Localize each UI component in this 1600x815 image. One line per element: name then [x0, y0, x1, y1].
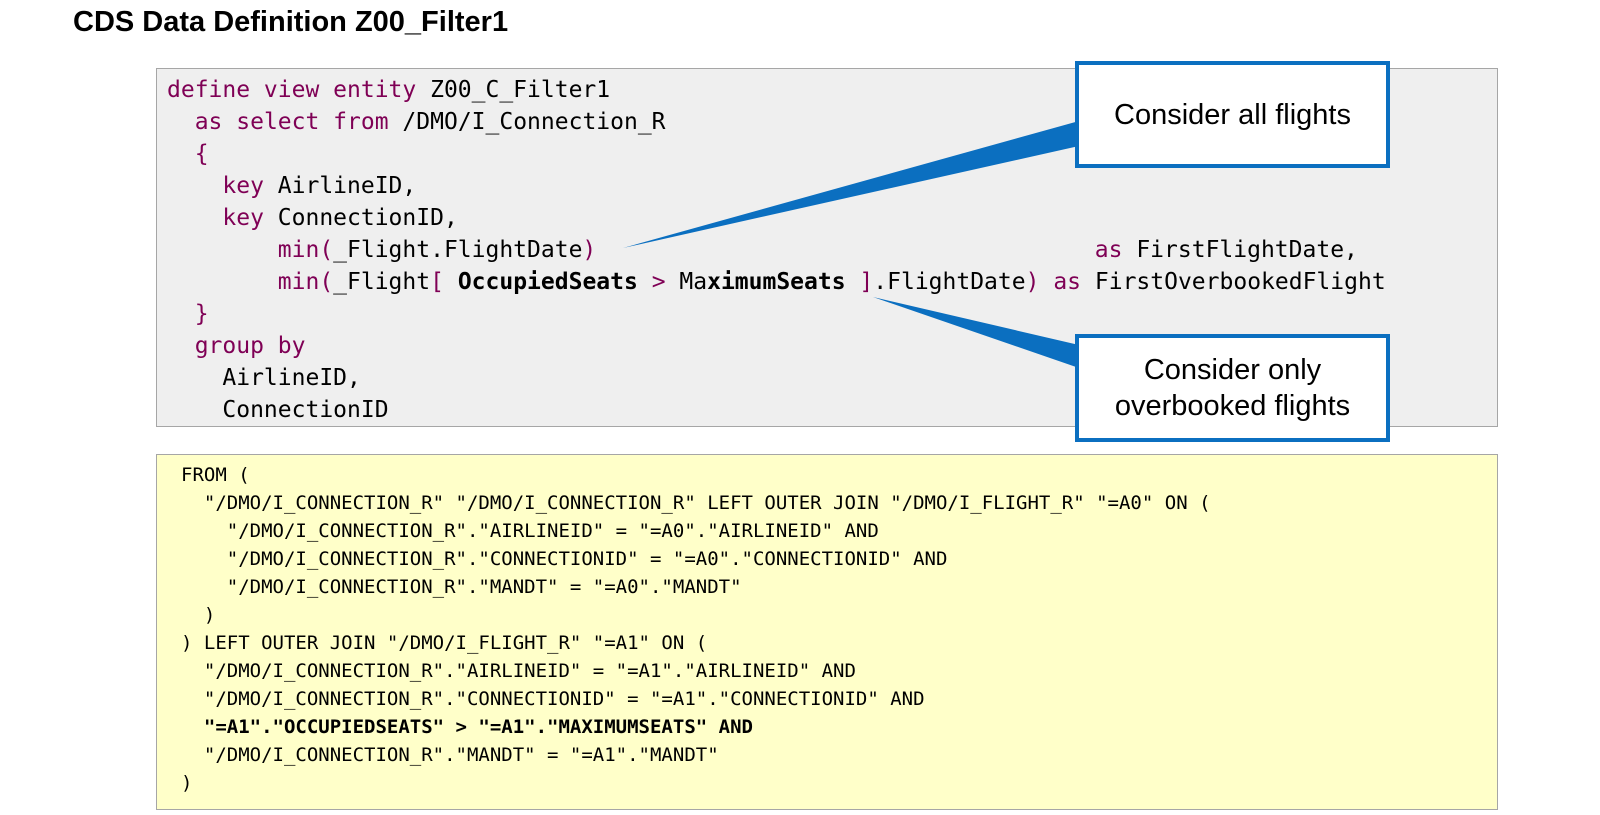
cds-path: .FlightDate: [873, 269, 1026, 295]
cds-function: min(: [277, 237, 334, 263]
cds-function: min(: [277, 269, 334, 295]
callout-all-flights: Consider all flights: [1075, 61, 1390, 168]
cds-keyword: as: [1053, 269, 1082, 295]
cds-filter-bracket: ]: [845, 269, 874, 295]
cds-alias: FirstOverbookedFlight: [1081, 269, 1386, 295]
cds-keyword: key: [222, 205, 264, 231]
cds-filter-field: OccupiedSeats: [443, 269, 638, 295]
cds-alias: FirstFlightDate,: [1122, 237, 1358, 263]
sql-line: ): [181, 604, 216, 626]
cds-entity-name: Z00_C_Filter1: [416, 77, 611, 103]
cds-field: ConnectionID,: [263, 205, 458, 231]
callout-overbooked-line2: overbooked flights: [1114, 390, 1351, 422]
cds-brace-close: }: [194, 301, 209, 327]
sql-code: FROM ( "/DMO/I_CONNECTION_R" "/DMO/I_CON…: [181, 461, 1211, 797]
sql-line: ) LEFT OUTER JOIN "/DMO/I_FLIGHT_R" "=A1…: [181, 632, 708, 654]
cds-filter-bracket: [: [430, 269, 444, 295]
cds-group-field: AirlineID,: [222, 365, 361, 391]
cds-keyword: key: [222, 173, 264, 199]
sql-line: "/DMO/I_CONNECTION_R"."MANDT" = "=A1"."M…: [181, 744, 719, 766]
cds-keyword: define view entity: [167, 77, 417, 103]
cds-field: AirlineID,: [263, 173, 417, 199]
sql-line: FROM (: [181, 464, 250, 486]
cds-keyword: group by: [194, 333, 306, 359]
sql-line: "=A1"."OCCUPIEDSEATS" > "=A1"."MAXIMUMSE…: [181, 716, 753, 738]
cds-keyword: as select from: [194, 109, 389, 135]
cds-source: /DMO/I_Connection_R: [388, 109, 666, 135]
cds-filter-field-prefix: Ma: [679, 269, 708, 295]
sql-line: "/DMO/I_CONNECTION_R"."AIRLINEID" = "=A0…: [181, 520, 879, 542]
sql-line: "/DMO/I_CONNECTION_R"."MANDT" = "=A0"."M…: [181, 576, 742, 598]
sql-line: "/DMO/I_CONNECTION_R"."AIRLINEID" = "=A1…: [181, 660, 856, 682]
callout-overbooked-line1: Consider only: [1143, 354, 1322, 386]
sql-line: ): [181, 772, 193, 794]
cds-group-field: ConnectionID: [222, 397, 389, 423]
cds-filter-field: ximumSeats: [707, 269, 846, 295]
cds-paren: ): [1025, 269, 1040, 295]
sql-line: "/DMO/I_CONNECTION_R"."CONNECTIONID" = "…: [181, 688, 925, 710]
cds-paren: ): [582, 237, 597, 263]
callout-overbooked-flights: Consider only overbooked flights: [1075, 334, 1390, 442]
sql-panel: FROM ( "/DMO/I_CONNECTION_R" "/DMO/I_CON…: [156, 454, 1498, 810]
cds-association: _Flight: [333, 269, 431, 295]
cds-operator: >: [637, 269, 680, 295]
cds-brace-open: {: [194, 141, 209, 167]
callout-all-flights-text: Consider all flights: [1114, 98, 1351, 131]
sql-line: "/DMO/I_CONNECTION_R"."CONNECTIONID" = "…: [181, 548, 948, 570]
cds-function-arg: _Flight.FlightDate: [333, 237, 583, 263]
cds-keyword: as: [1094, 237, 1123, 263]
page-title: CDS Data Definition Z00_Filter1: [73, 6, 509, 38]
sql-line: "/DMO/I_CONNECTION_R" "/DMO/I_CONNECTION…: [181, 492, 1211, 514]
